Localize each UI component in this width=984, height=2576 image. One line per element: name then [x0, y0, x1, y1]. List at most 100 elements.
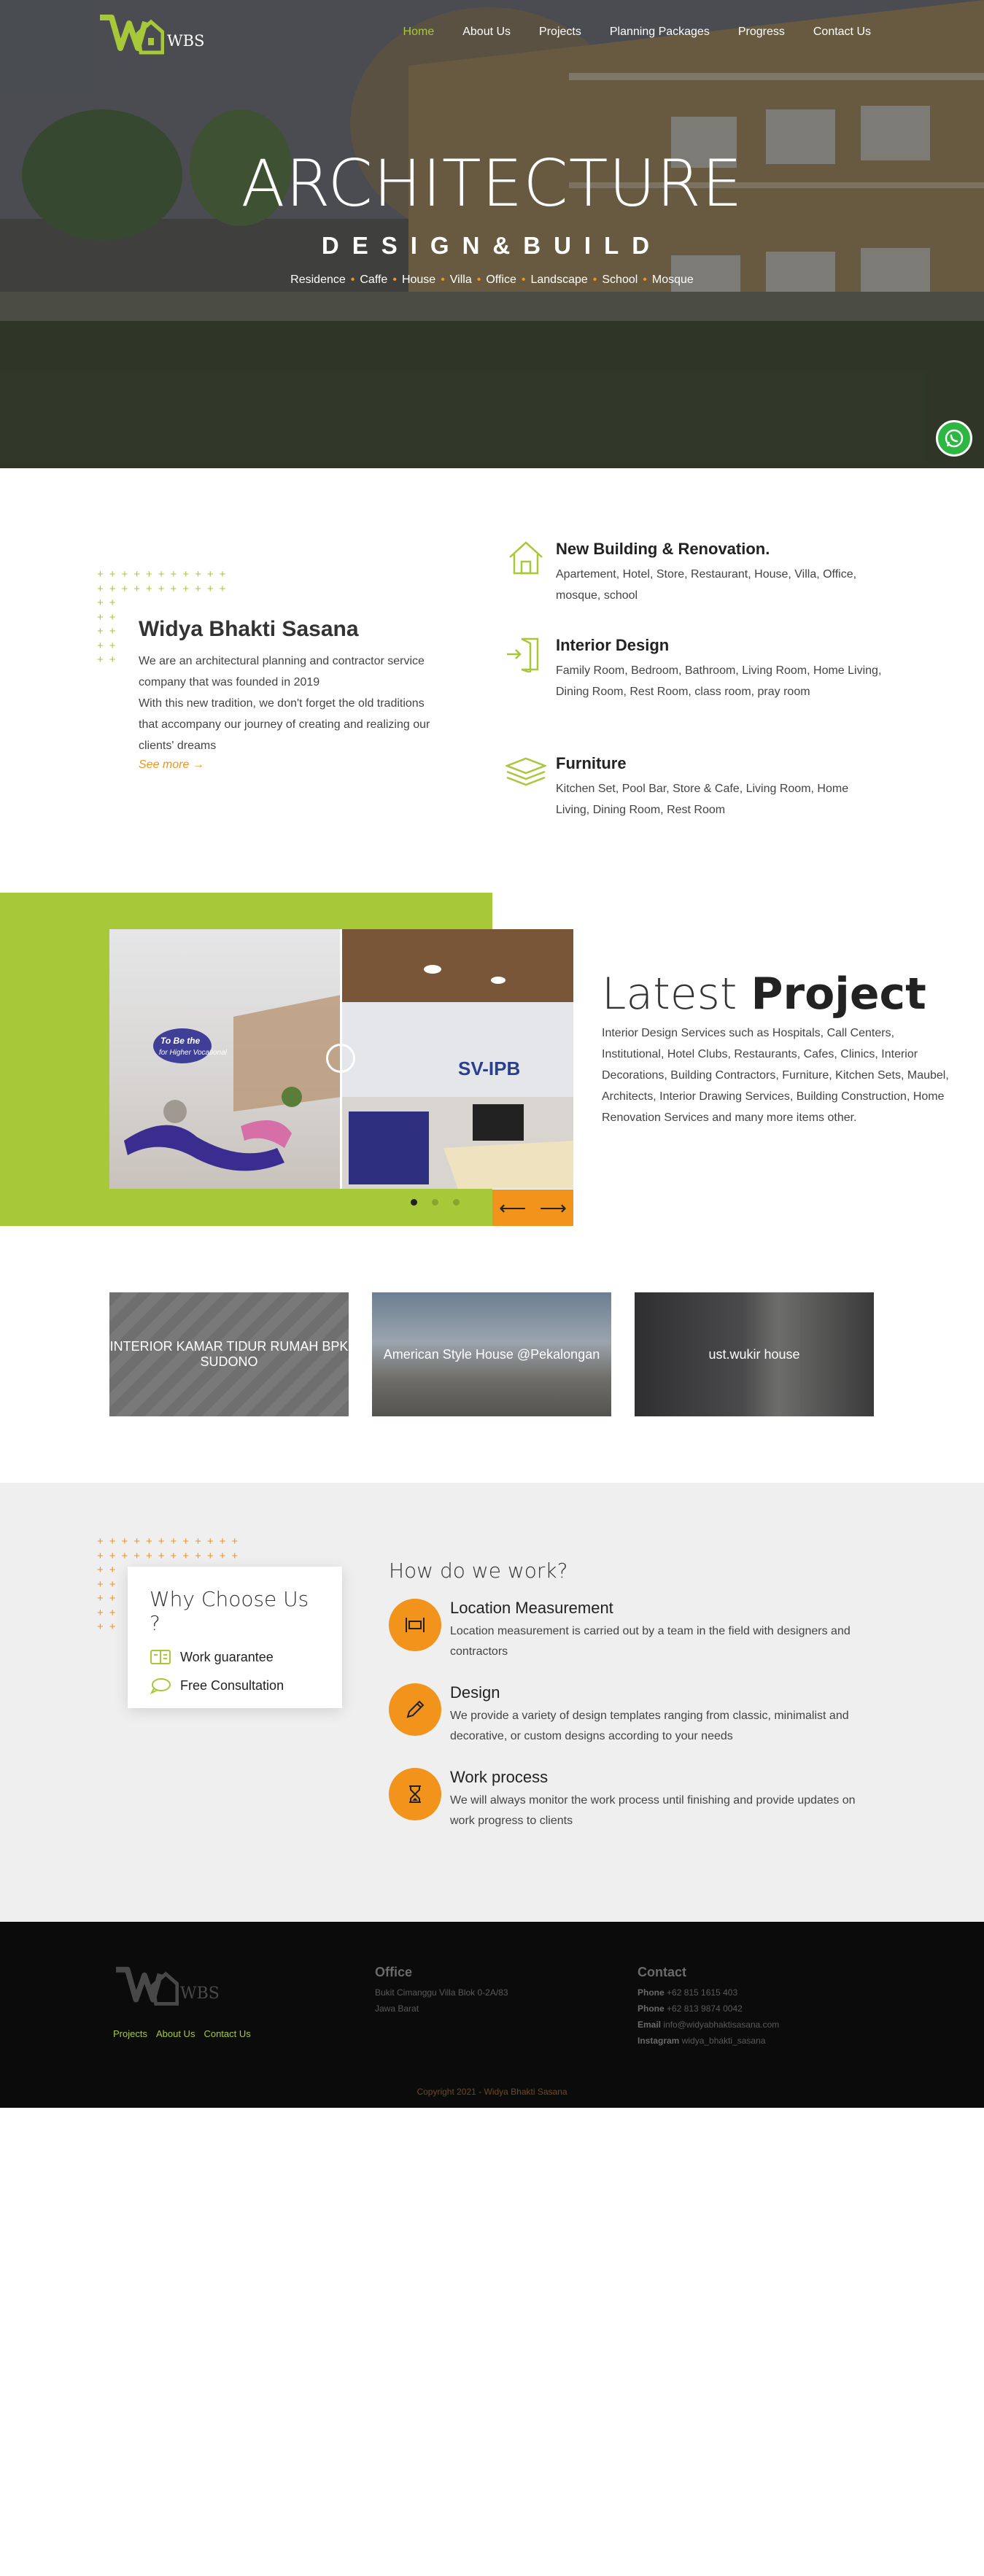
project-card-label: American Style House @Pekalongan: [383, 1346, 600, 1362]
why-item: Free Consultation: [150, 1677, 320, 1694]
slide-dot[interactable]: [453, 1199, 460, 1206]
work-step-description: We provide a variety of design templates…: [450, 1710, 849, 1742]
footer-link-projects[interactable]: Projects: [113, 2028, 147, 2039]
nav-home[interactable]: Home: [403, 26, 435, 39]
door-enter-icon: [507, 637, 539, 672]
slide-dot[interactable]: [411, 1199, 417, 1206]
tag-separator: •: [476, 273, 481, 286]
service-new-building: New Building & Renovation. Apartement, H…: [505, 540, 885, 606]
why-choose-us-title: Why Choose Us ?: [150, 1587, 309, 1635]
project-card-label: ust.wukir house: [708, 1346, 800, 1362]
company-description: We are an architectural planning and con…: [139, 651, 438, 756]
project-card-label: INTERIOR KAMAR TIDUR RUMAH BPK SUDONO: [109, 1339, 349, 1369]
hero-subtitle: DESIGN&BUILD: [321, 232, 663, 259]
hero-tag: Mosque: [651, 273, 694, 286]
footer-office-address: Bukit Cimanggu Villa Blok 0-2A/83: [375, 1987, 508, 1998]
footer-logo-text: WBS: [180, 1984, 220, 2003]
project-card[interactable]: ust.wukir house: [635, 1292, 874, 1416]
latest-project-title: Latest Project: [602, 969, 926, 1020]
footer-link-contact-us[interactable]: Contact Us: [204, 2028, 250, 2039]
copyright: Copyright 2021 - Widya Bhakti Sasana: [417, 2087, 567, 2097]
footer-contact-title: Contact: [638, 1965, 686, 1979]
why-item: Work guarantee: [150, 1648, 320, 1666]
tag-separator: •: [441, 273, 445, 286]
work-step: Design We provide a variety of design te…: [389, 1683, 870, 1747]
slider-arrows: ⟵ ⟶: [492, 1190, 573, 1226]
see-more-label: See more: [139, 759, 190, 771]
service-description: Kitchen Set, Pool Bar, Store & Cafe, Liv…: [556, 783, 849, 816]
phone-label: Phone: [638, 1987, 665, 1998]
arrow-left-icon[interactable]: ⟵: [499, 1197, 526, 1219]
before-after-slider[interactable]: To Be the for Higher Vocational SV-IPB: [109, 929, 573, 1189]
slider-handle[interactable]: [326, 1044, 355, 1073]
why-item-label: Free Consultation: [180, 1677, 284, 1693]
guarantee-icon: [150, 1650, 171, 1664]
project-card[interactable]: INTERIOR KAMAR TIDUR RUMAH BPK SUDONO: [109, 1292, 349, 1416]
whatsapp-icon: [945, 429, 964, 448]
wbs-logo[interactable]: WBS: [97, 7, 204, 64]
office-photo-image: SV-IPB: [341, 929, 573, 1189]
whatsapp-button[interactable]: [936, 420, 972, 457]
footer-logo[interactable]: WBS: [113, 1960, 220, 2015]
work-step-icon-circle: [389, 1683, 441, 1736]
slider-after-image: SV-IPB: [341, 929, 573, 1189]
how-we-work-title: How do we work?: [389, 1559, 568, 1583]
tag-separator: •: [592, 273, 597, 286]
arrow-right-icon[interactable]: ⟶: [540, 1197, 567, 1219]
hero-tags: Residence • Caffe • House • Villa • Offi…: [0, 273, 984, 287]
service-title: Furniture: [556, 754, 627, 772]
email-label: Email: [638, 2020, 662, 2030]
measure-icon: [406, 1618, 425, 1632]
main-navigation: WBS Home About Us Projects Planning Pack…: [0, 0, 984, 69]
svg-text:for Higher Vocational: for Higher Vocational: [159, 1049, 228, 1057]
nav-menu: Home About Us Projects Planning Packages…: [403, 26, 871, 39]
latest-project-description: Interior Design Services such as Hospita…: [602, 1027, 949, 1124]
service-title: New Building & Renovation.: [556, 540, 770, 558]
footer-links: Projects About Us Contact Us: [113, 2028, 251, 2039]
why-choose-us-card: Why Choose Us ? Work guarantee Free Cons…: [128, 1567, 342, 1708]
nav-progress[interactable]: Progress: [738, 26, 785, 39]
footer-phone-row: Phone +62 813 9874 0042: [638, 2001, 779, 2017]
footer-link-about-us[interactable]: About Us: [156, 2028, 195, 2039]
phone-number[interactable]: +62 813 9874 0042: [667, 2003, 743, 2014]
tag-separator: •: [350, 273, 355, 286]
footer-instagram-row: Instagram widya_bhakti_sasana: [638, 2033, 779, 2049]
slide-dot[interactable]: [432, 1199, 438, 1206]
footer-office-region: Jawa Barat: [375, 2003, 419, 2014]
company-description-line: With this new tradition, we don't forget…: [139, 697, 430, 752]
work-step: Location Measurement Location measuremen…: [389, 1599, 870, 1662]
nav-planning-packages[interactable]: Planning Packages: [610, 26, 710, 39]
tag-separator: •: [643, 273, 647, 286]
phone-label: Phone: [638, 2003, 665, 2014]
service-description: Family Room, Bedroom, Bathroom, Living R…: [556, 664, 882, 698]
hero-tag: Caffe: [360, 273, 388, 286]
hero-tag: Office: [486, 273, 516, 286]
footer-contact: Contact Phone +62 815 1615 403 Phone +62…: [638, 1964, 779, 2049]
nav-about-us[interactable]: About Us: [462, 26, 511, 39]
project-cards: INTERIOR KAMAR TIDUR RUMAH BPK SUDONO Am…: [109, 1292, 874, 1416]
slider-pagination: [411, 1199, 460, 1206]
sketch-render-image: To Be the for Higher Vocational: [124, 995, 341, 1171]
email-address[interactable]: info@widyabhaktisasana.com: [663, 2020, 779, 2030]
instagram-handle[interactable]: widya_bhakti_sasana: [682, 2036, 766, 2046]
tag-separator: •: [392, 273, 397, 286]
hero-tag: Residence: [290, 273, 346, 286]
work-step-title: Design: [450, 1683, 500, 1702]
logo-mark-icon: [100, 15, 164, 55]
hero-section: WBS Home About Us Projects Planning Pack…: [0, 0, 984, 468]
service-title: Interior Design: [556, 636, 670, 654]
footer-office-title: Office: [375, 1965, 413, 1979]
logo-text: WBS: [167, 32, 205, 50]
service-furniture: Furniture Kitchen Set, Pool Bar, Store &…: [505, 754, 885, 820]
nav-projects[interactable]: Projects: [539, 26, 581, 39]
logo-mark-icon: [116, 1966, 179, 2006]
slider-before-image: To Be the for Higher Vocational: [109, 929, 341, 1189]
chat-icon: [150, 1678, 171, 1694]
footer-phone-row: Phone +62 815 1615 403: [638, 1985, 779, 2001]
service-description: Apartement, Hotel, Store, Restaurant, Ho…: [556, 568, 857, 602]
see-more-link[interactable]: See more →: [139, 759, 204, 772]
phone-number[interactable]: +62 815 1615 403: [667, 1987, 737, 1998]
nav-contact-us[interactable]: Contact Us: [813, 26, 871, 39]
project-card[interactable]: American Style House @Pekalongan: [372, 1292, 611, 1416]
site-footer: WBS Projects About Us Contact Us Office …: [0, 1922, 984, 2108]
